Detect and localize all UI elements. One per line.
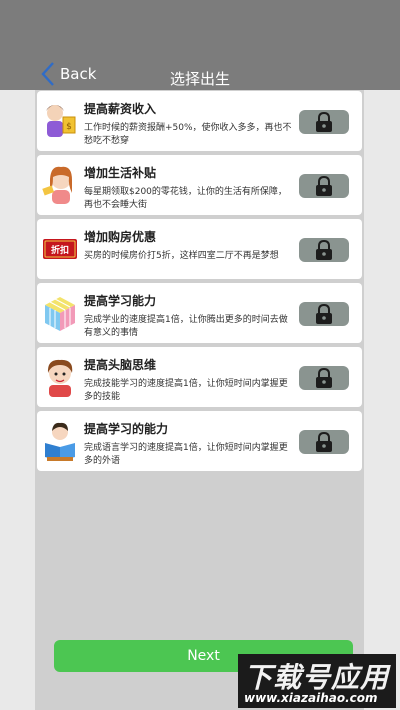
item-description: 完成学业的速度提高1倍，让你腾出更多的时间去做有意义的事情: [84, 315, 288, 338]
item-title: 增加生活补贴: [84, 166, 157, 180]
item-description: 买房的时候房价打5折，这样四室二厅不再是梦想: [84, 251, 279, 261]
list-item: 增加生活补贴 每星期领取$200的零花钱，让你的生活有所保障，再也不会睡大街: [37, 155, 362, 215]
list-item: 折扣 增加购房优惠 买房的时候房价打5折，这样四室二厅不再是梦想: [37, 219, 362, 279]
item-title: 提高头脑思维: [84, 358, 157, 372]
list-item: 提高头脑思维 完成技能学习的速度提高1倍，让你短时间内掌握更多的技能: [37, 347, 362, 407]
allowance-girl-icon: [41, 163, 79, 207]
item-title: 提高学习能力: [84, 294, 157, 308]
thinking-child-icon: [41, 355, 79, 399]
watermark-title: 下载号应用: [244, 661, 390, 694]
locked-button[interactable]: [299, 238, 349, 262]
locked-button[interactable]: [299, 110, 349, 134]
item-description: 工作时候的薪资报酬+50%，使你收入多多，再也不愁吃不愁穿: [84, 123, 292, 146]
item-title: 提高薪资收入: [84, 102, 157, 116]
header-bar: Back 选择出生: [0, 0, 400, 90]
locked-button[interactable]: [299, 174, 349, 198]
lock-icon: [316, 111, 332, 132]
discount-tag-text: 折扣: [51, 244, 69, 256]
lock-icon: [316, 367, 332, 388]
item-description: 完成语言学习的速度提高1倍，让你短时间内掌握更多的外语: [84, 443, 288, 466]
lock-icon: [316, 239, 332, 260]
locked-button[interactable]: [299, 302, 349, 326]
watermark-url: www.xiazaihao.com: [244, 691, 378, 705]
svg-text:$: $: [66, 122, 72, 132]
locked-button[interactable]: [299, 366, 349, 390]
watermark: 下载号应用 www.xiazaihao.com: [238, 654, 396, 708]
lock-icon: [316, 431, 332, 452]
salary-person-icon: $: [41, 99, 79, 143]
lock-icon: [316, 175, 332, 196]
rubiks-cube-icon: [41, 291, 79, 335]
item-title: 提高学习的能力: [84, 422, 169, 436]
list-item: 提高学习能力 完成学业的速度提高1倍，让你腾出更多的时间去做有意义的事情: [37, 283, 362, 343]
item-description: 每星期领取$200的零花钱，让你的生活有所保障，再也不会睡大街: [84, 187, 287, 210]
reading-child-icon: [41, 419, 79, 463]
page-title: 选择出生: [169, 70, 230, 88]
discount-tag-icon: 折扣: [41, 227, 79, 271]
lock-icon: [316, 303, 332, 324]
locked-button[interactable]: [299, 430, 349, 454]
list-item: $ 提高薪资收入 工作时候的薪资报酬+50%，使你收入多多，再也不愁吃不愁穿: [37, 91, 362, 151]
item-description: 完成技能学习的速度提高1倍，让你短时间内掌握更多的技能: [84, 379, 288, 402]
item-title: 增加购房优惠: [84, 230, 157, 244]
list-item: 提高学习的能力 完成语言学习的速度提高1倍，让你短时间内掌握更多的外语: [37, 411, 362, 471]
